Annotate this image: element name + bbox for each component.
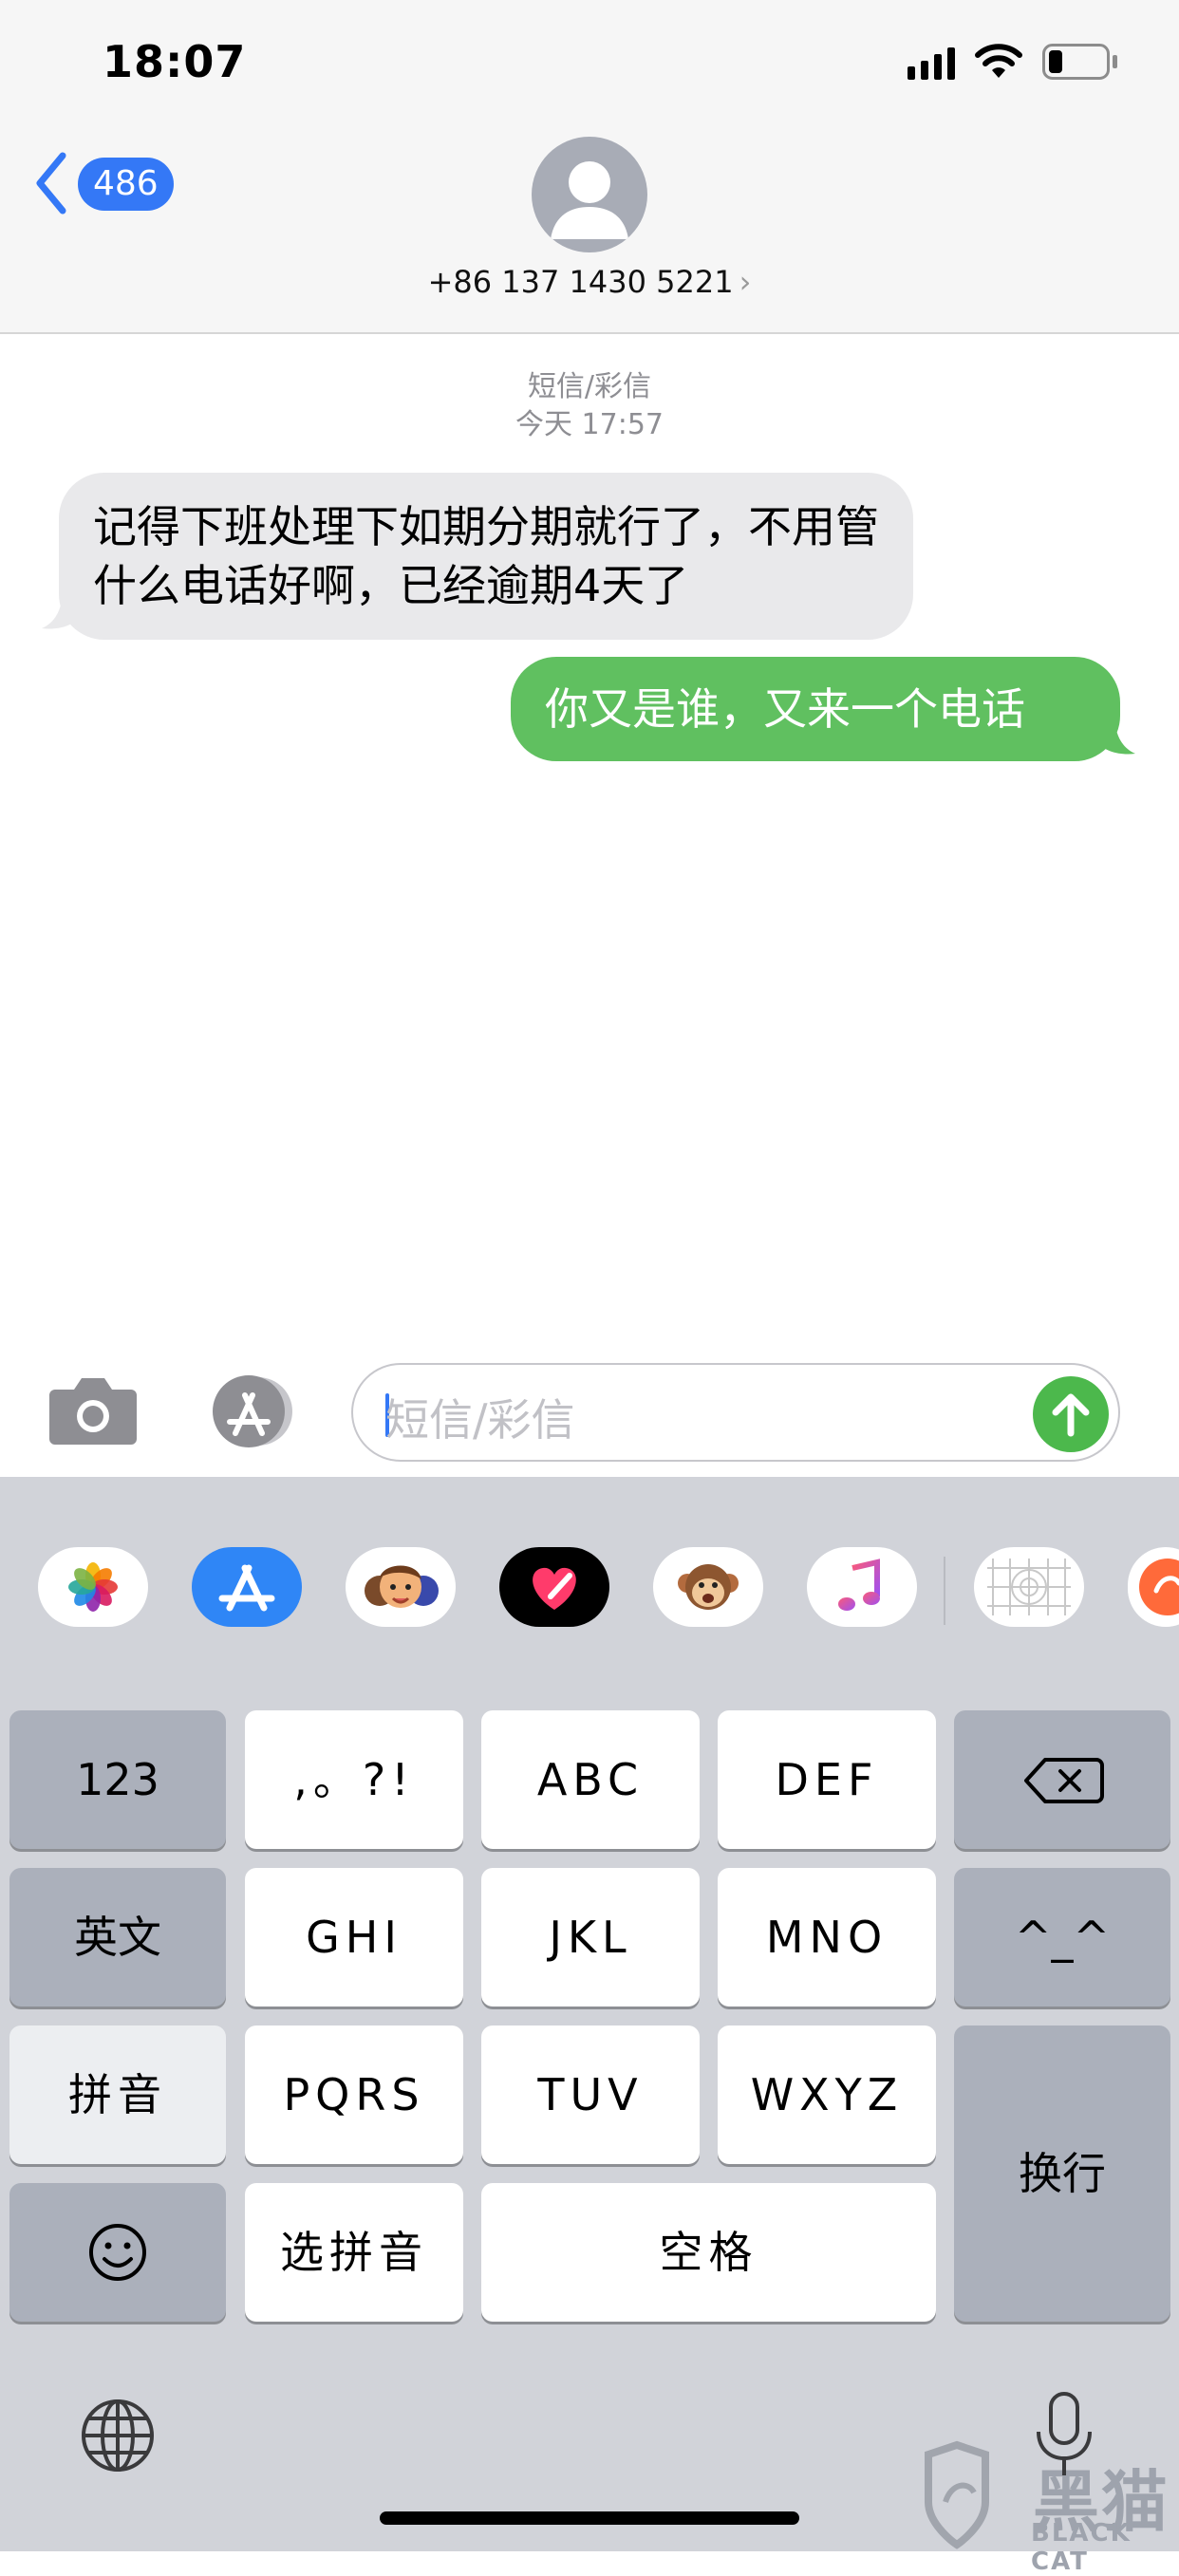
key-pinyin[interactable]: 拼音 [9, 2025, 226, 2164]
key-mno[interactable]: MNO [718, 1868, 936, 2007]
app-drawer-divider [944, 1557, 945, 1625]
music-icon[interactable] [807, 1547, 917, 1627]
chevron-right-icon: › [739, 264, 752, 300]
key-jkl[interactable]: JKL [481, 1868, 700, 2007]
key-label: ,。?! [293, 1754, 415, 1805]
send-button[interactable] [1033, 1376, 1109, 1452]
battery-icon [1042, 44, 1117, 80]
digital-touch-icon[interactable] [499, 1547, 609, 1627]
backspace-key[interactable] [954, 1710, 1170, 1849]
input-placeholder: 短信/彩信 [385, 1394, 575, 1446]
contact-avatar[interactable] [532, 137, 647, 252]
key-label: GHI [306, 1912, 402, 1963]
backspace-icon [1024, 1758, 1104, 1803]
memoji-stickers-icon[interactable] [346, 1547, 456, 1627]
person-icon [551, 161, 628, 239]
status-time: 18:07 [103, 36, 247, 87]
key-abc[interactable]: ABC [481, 1710, 700, 1849]
microphone-icon[interactable] [1031, 2390, 1097, 2481]
thread-meta: 短信/彩信 今天 17:57 [0, 368, 1179, 444]
key-label: DEF [775, 1754, 879, 1805]
incoming-message-bubble[interactable]: 记得下班处理下如期分期就行了，不用管什么电话好啊，已经逾期4天了 [59, 473, 913, 640]
key-label: 英文 [74, 1912, 161, 1963]
animoji-icon[interactable] [653, 1547, 763, 1627]
return-key[interactable]: 换行 [954, 2025, 1170, 2322]
key-label: ABC [536, 1754, 645, 1805]
smiley-icon [89, 2224, 146, 2281]
contact-number: +86 137 1430 5221 [427, 264, 734, 300]
key-label: 123 [76, 1754, 159, 1805]
key-label: 拼音 [68, 2069, 167, 2120]
camera-icon[interactable] [47, 1372, 139, 1447]
service-label: 短信/彩信 [527, 370, 652, 403]
home-indicator[interactable] [380, 2511, 799, 2525]
wifi-icon [975, 44, 1022, 78]
key-select-pinyin[interactable]: 选拼音 [245, 2183, 463, 2322]
message-timestamp: 今天 17:57 [515, 408, 664, 441]
key-english[interactable]: 英文 [9, 1868, 226, 2007]
key-label: ^_^ [1014, 1912, 1111, 1963]
emoji-key[interactable] [9, 2183, 226, 2322]
key-label: TUV [537, 2069, 644, 2120]
key-label: 空格 [659, 2227, 758, 2278]
key-pqrs[interactable]: PQRS [245, 2025, 463, 2164]
key-123[interactable]: 123 [9, 1710, 226, 1849]
watermark-subtext: BLACK CAT [1031, 2519, 1132, 2576]
cellular-signal-icon [908, 47, 955, 80]
send-arrow-icon [1052, 1393, 1090, 1437]
photos-icon[interactable] [38, 1547, 148, 1627]
key-def[interactable]: DEF [718, 1710, 936, 1849]
partial-app-icon[interactable] [1128, 1547, 1179, 1627]
globe-icon[interactable] [80, 2398, 156, 2473]
keyboard: 123 ,。?! ABC DEF 英文 GHI JKL MNO ^_^ 拼音 P… [0, 1477, 1179, 2551]
unread-count-badge: 486 [78, 158, 174, 211]
key-label: WXYZ [750, 2069, 904, 2120]
key-wxyz[interactable]: WXYZ [718, 2025, 936, 2164]
key-ghi[interactable]: GHI [245, 1868, 463, 2007]
app-store-icon[interactable] [192, 1547, 302, 1627]
message-input[interactable]: 短信/彩信 [351, 1363, 1120, 1462]
key-label: PQRS [283, 2069, 425, 2120]
key-label: 换行 [1019, 2148, 1106, 2199]
key-punctuation[interactable]: ,。?! [245, 1710, 463, 1849]
app-store-icon[interactable] [199, 1374, 302, 1448]
key-label: MNO [765, 1912, 889, 1963]
contact-name[interactable]: +86 137 1430 5221 › [0, 264, 1179, 300]
outgoing-message-bubble[interactable]: 你又是谁，又来一个电话 [511, 657, 1120, 761]
key-label: 选拼音 [280, 2227, 428, 2278]
sticker-app-icon[interactable] [974, 1547, 1084, 1627]
space-key[interactable]: 空格 [481, 2183, 936, 2322]
key-emoticon[interactable]: ^_^ [954, 1868, 1170, 2007]
key-tuv[interactable]: TUV [481, 2025, 700, 2164]
chevron-left-icon [36, 152, 66, 215]
key-label: JKL [549, 1912, 632, 1963]
